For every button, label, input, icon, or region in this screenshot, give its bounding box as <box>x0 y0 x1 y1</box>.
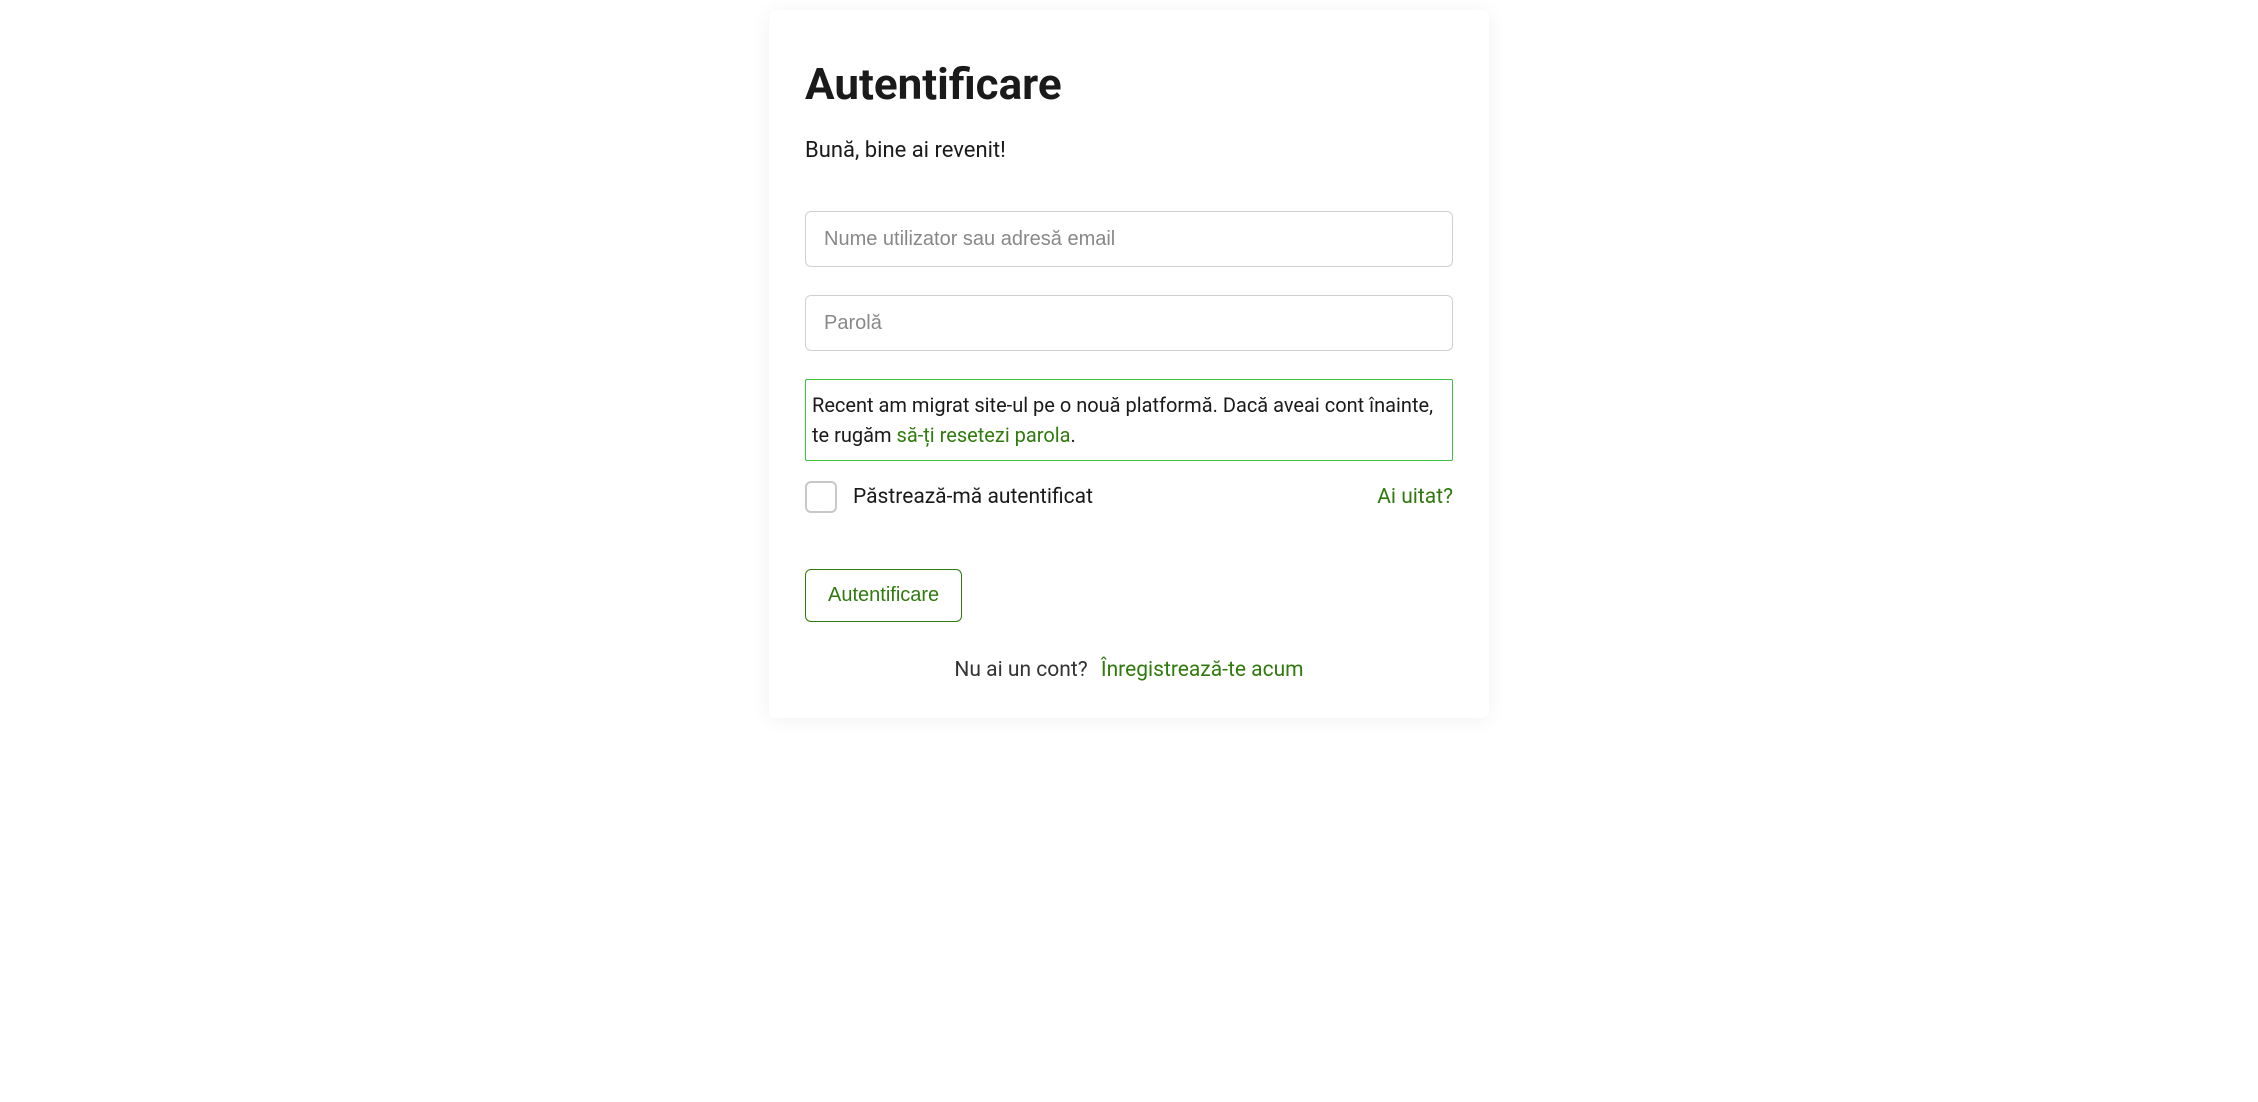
remember-me-wrap[interactable]: Păstrează-mă autentificat <box>805 481 1093 513</box>
forgot-password-link[interactable]: Ai uitat? <box>1377 485 1453 509</box>
notice-suffix: . <box>1071 423 1076 447</box>
login-button[interactable]: Autentificare <box>805 569 962 622</box>
reset-password-link[interactable]: să-ți resetezi parola <box>897 423 1071 447</box>
username-input[interactable] <box>805 211 1453 267</box>
register-link[interactable]: Înregistrează-te acum <box>1101 658 1304 682</box>
welcome-subtitle: Bună, bine ai revenit! <box>805 138 1453 163</box>
login-card: Autentificare Bună, bine ai revenit! Rec… <box>769 10 1489 718</box>
remember-me-label: Păstrează-mă autentificat <box>853 485 1093 509</box>
migration-notice: Recent am migrat site-ul pe o nouă platf… <box>805 379 1453 461</box>
page-title: Autentificare <box>805 58 1453 110</box>
no-account-text: Nu ai un cont? <box>954 658 1087 682</box>
register-row: Nu ai un cont? Înregistrează-te acum <box>805 658 1453 682</box>
remember-me-checkbox[interactable] <box>805 481 837 513</box>
options-row: Păstrează-mă autentificat Ai uitat? <box>805 481 1453 513</box>
password-input[interactable] <box>805 295 1453 351</box>
